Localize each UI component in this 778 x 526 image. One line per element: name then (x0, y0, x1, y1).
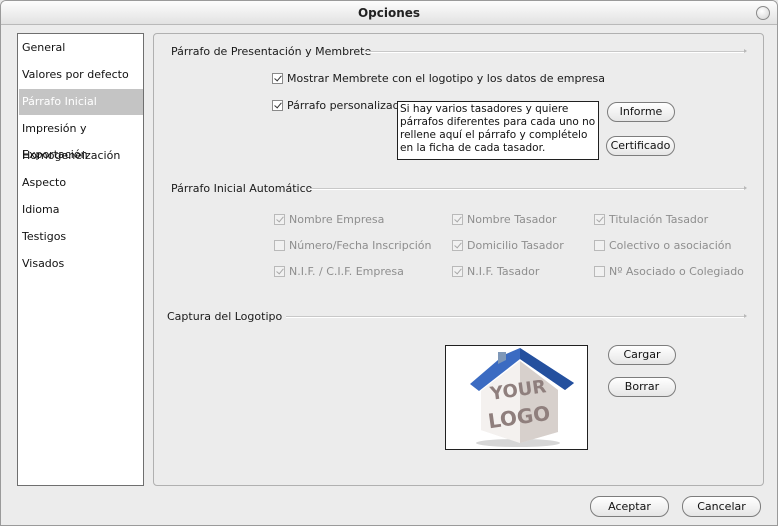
logo-section-title: Captura del Logotipo (167, 310, 283, 323)
option-appraiser-degree[interactable]: Titulación Tasador (594, 213, 708, 226)
appraiser-degree-label: Titulación Tasador (609, 213, 709, 226)
registration-number-label: Número/Fecha Inscripción (289, 239, 432, 252)
sidebar-item-parrafo-inicial[interactable]: Párrafo Inicial (19, 89, 143, 115)
appraiser-tax-id-checkbox[interactable] (452, 266, 463, 277)
member-number-checkbox[interactable] (594, 266, 605, 277)
appraiser-degree-checkbox[interactable] (594, 214, 605, 225)
cancel-button[interactable]: Cancelar (682, 496, 761, 517)
show-letterhead-label: Mostrar Membrete con el logotipo y los d… (287, 72, 606, 85)
appraiser-tax-id-label: N.I.F. Tasador (467, 265, 540, 278)
option-appraiser-tax-id[interactable]: N.I.F. Tasador (452, 265, 539, 278)
window-title: Opciones (357, 6, 421, 20)
appraiser-name-checkbox[interactable] (452, 214, 463, 225)
certificate-button[interactable]: Certificado (606, 136, 675, 156)
delete-logo-button[interactable]: Borrar (608, 377, 676, 397)
sidebar-item-general[interactable]: General (19, 35, 143, 61)
option-appraiser-address[interactable]: Domicilio Tasador (452, 239, 564, 252)
member-number-label: Nº Asociado o Colegiado (609, 265, 744, 278)
logo-separator (286, 314, 747, 318)
option-company-tax-id[interactable]: N.I.F. / C.I.F. Empresa (274, 265, 404, 278)
options-window: Opciones General Valores por defecto Pár… (0, 0, 778, 526)
custom-paragraph-checkbox[interactable] (272, 100, 283, 111)
registration-number-checkbox[interactable] (274, 240, 285, 251)
show-letterhead-option[interactable]: Mostrar Membrete con el logotipo y los d… (272, 72, 605, 85)
report-button[interactable]: Informe (607, 102, 675, 122)
presentation-section-title: Párrafo de Presentación y Membrete (171, 45, 372, 58)
company-name-checkbox[interactable] (274, 214, 285, 225)
automatic-separator (308, 186, 747, 190)
sidebar-item-valores-por-defecto[interactable]: Valores por defecto (19, 62, 143, 88)
presentation-separator (365, 49, 747, 53)
sidebar-item-testigos[interactable]: Testigos (19, 224, 143, 250)
sidebar-item-homogeneizacion[interactable]: Homogeneización (19, 143, 143, 169)
company-tax-id-label: N.I.F. / C.I.F. Empresa (289, 265, 404, 278)
logo-preview: YOUR LOGO (445, 345, 588, 450)
sidebar-item-impresion-exportacion[interactable]: Impresión y Exportación (19, 116, 143, 161)
company-name-label: Nombre Empresa (289, 213, 385, 226)
appraiser-address-label: Domicilio Tasador (467, 239, 564, 252)
custom-paragraph-option[interactable]: Párrafo personalizado (272, 99, 406, 112)
association-label: Colectivo o asociación (609, 239, 732, 252)
sidebar-item-visados[interactable]: Visados (19, 251, 143, 277)
option-registration-number[interactable]: Número/Fecha Inscripción (274, 239, 432, 252)
sidebar-item-aspecto[interactable]: Aspecto (19, 170, 143, 196)
automatic-section-title: Párrafo Inicial Automático (171, 182, 313, 195)
appraiser-address-checkbox[interactable] (452, 240, 463, 251)
custom-paragraph-note: Si hay varios tasadores y quiere párrafo… (397, 101, 599, 160)
show-letterhead-checkbox[interactable] (272, 73, 283, 84)
company-tax-id-checkbox[interactable] (274, 266, 285, 277)
option-association[interactable]: Colectivo o asociación (594, 239, 731, 252)
logo-house-image: YOUR LOGO (470, 348, 574, 447)
appraiser-name-label: Nombre Tasador (467, 213, 557, 226)
options-category-list[interactable]: General Valores por defecto Párrafo Inic… (17, 33, 144, 486)
option-appraiser-name[interactable]: Nombre Tasador (452, 213, 557, 226)
custom-paragraph-label: Párrafo personalizado (287, 99, 407, 112)
title-bar[interactable]: Opciones (1, 1, 777, 25)
close-window-button[interactable] (756, 6, 770, 20)
accept-button[interactable]: Aceptar (590, 496, 669, 517)
association-checkbox[interactable] (594, 240, 605, 251)
load-logo-button[interactable]: Cargar (608, 345, 676, 365)
sidebar-item-idioma[interactable]: Idioma (19, 197, 143, 223)
option-member-number[interactable]: Nº Asociado o Colegiado (594, 265, 744, 278)
option-company-name[interactable]: Nombre Empresa (274, 213, 384, 226)
